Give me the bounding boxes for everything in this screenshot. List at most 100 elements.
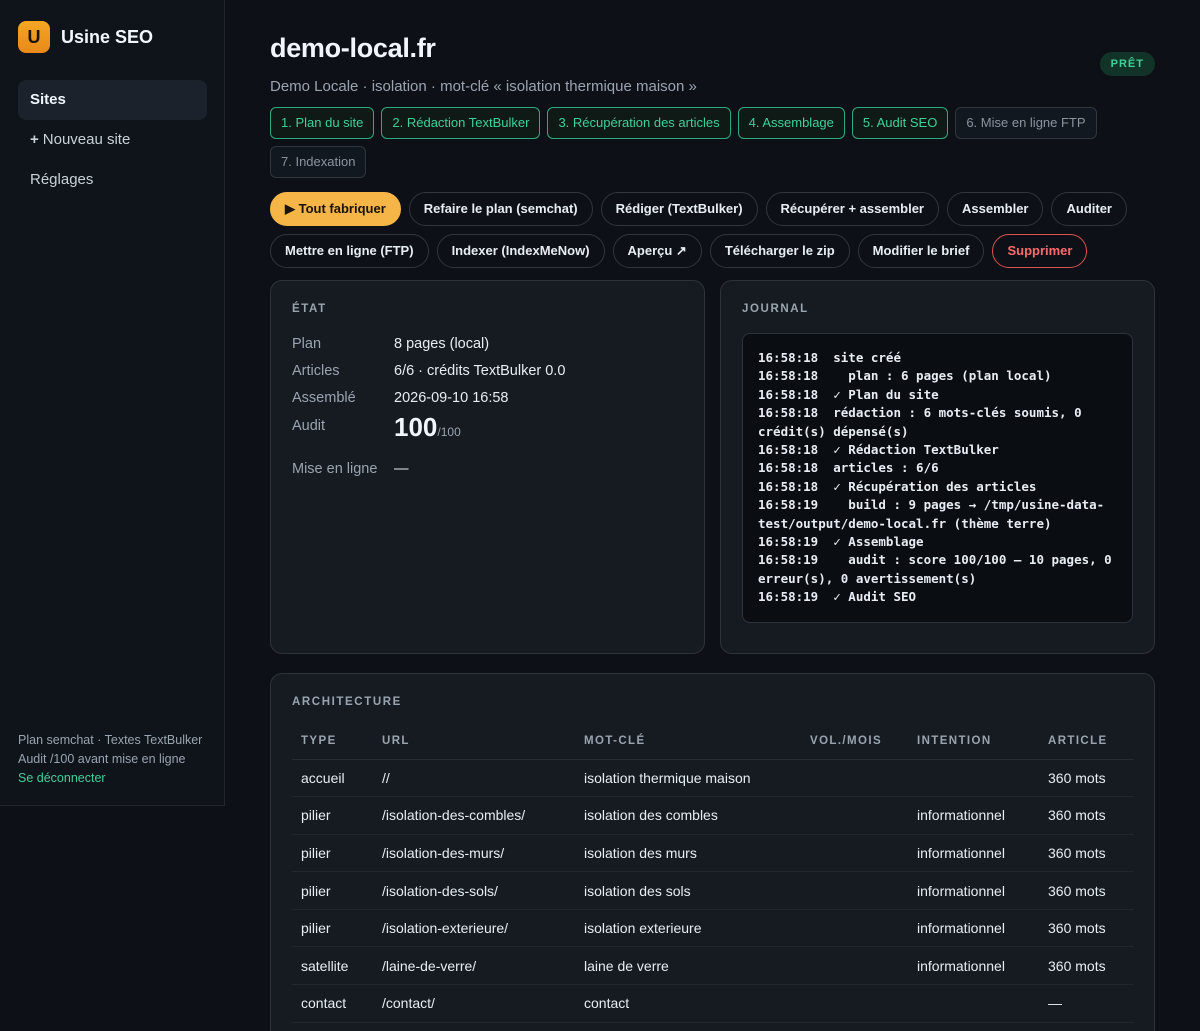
audit-score-denominator: /100	[437, 425, 461, 439]
log-line: 16:58:18 ✓ Rédaction TextBulker	[758, 442, 999, 458]
state-label: Audit	[292, 418, 326, 434]
table-cell-type: accueil	[292, 759, 373, 798]
table-cell-vol-mois	[801, 759, 908, 798]
rediger-textbulker-button[interactable]: Rédiger (TextBulker)	[600, 192, 758, 226]
sidebar: U Usine SEO Sites + Nouveau site Réglages…	[0, 0, 225, 806]
sidebar-item-sites[interactable]: Sites	[18, 80, 207, 120]
state-value: 6/6 · crédits TextBulker 0.0	[394, 363, 566, 379]
table-cell-mot-cle: isolation des combles	[575, 796, 801, 835]
auditer-button[interactable]: Auditer	[1051, 192, 1127, 226]
table-header-row: TYPE URL MOT-CLÉ VOL./MOIS INTENTION ARTICLE	[292, 723, 1134, 760]
table-cell-article: 360 mots	[1039, 946, 1134, 986]
sidebar-item-label: Nouveau site	[42, 131, 131, 148]
table-cell-article	[1039, 1022, 1134, 1031]
sidebar-item-label: Sites	[30, 91, 66, 108]
table-cell-article: 360 mots	[1039, 871, 1134, 910]
step-6-mise-en-ligne-ftp[interactable]: 6. Mise en ligne FTP	[955, 107, 1097, 139]
log-line: 16:58:18 articles : 6/6	[758, 460, 939, 476]
step-2-redaction-textbulker[interactable]: 2. Rédaction TextBulker	[381, 107, 541, 139]
log-line: 16:58:18 ✓ Récupération des articles	[758, 478, 1037, 494]
sidebar-item-new-site[interactable]: + Nouveau site	[18, 120, 207, 160]
assembler-button[interactable]: Assembler	[947, 192, 1044, 226]
tout-fabriquer-button[interactable]: ▶ Tout fabriquer	[270, 192, 401, 226]
state-value: 2026-09-10 16:58	[394, 390, 509, 406]
mettre-en-ligne-ftp-button[interactable]: Mettre en ligne (FTP)	[270, 234, 429, 268]
pipeline-steps: 1. Plan du site 2. Rédaction TextBulker 3.…	[270, 107, 1100, 178]
state-label: Plan	[292, 336, 322, 352]
journal-log[interactable]: 16:58:18 site créé 16:58:18 plan : 6 page…	[742, 333, 1133, 623]
table-cell-url[interactable]: /isolation-des-combles/	[373, 796, 575, 835]
table-cell-vol-mois	[801, 834, 908, 873]
sidebar-nav: Sites + Nouveau site Réglages	[18, 80, 207, 200]
table-cell-mot-cle: isolation des murs	[575, 834, 801, 873]
table-cell-article: —	[1039, 984, 1134, 1023]
audit-score: 100/100	[394, 412, 461, 443]
step-5-audit-seo[interactable]: 5. Audit SEO	[851, 107, 949, 139]
table-cell-mot-cle: isolation thermique maison	[575, 759, 801, 798]
table-cell-intention: informationnel	[908, 946, 1039, 986]
table-cell-type: pilier	[292, 796, 373, 835]
table-row: satellite/laine-de-verre/laine de verre i…	[292, 946, 1134, 986]
table-cell-article: 360 mots	[1039, 909, 1134, 948]
column-header-article: ARTICLE	[1039, 723, 1134, 760]
log-line: 16:58:19 build : 9 pages → /tmp/usine-da…	[758, 497, 1105, 531]
supprimer-button[interactable]: Supprimer	[992, 234, 1088, 268]
table-cell-intention	[908, 759, 1039, 798]
state-value: —	[394, 461, 409, 477]
table-cell-mot-cle: contact	[575, 984, 801, 1023]
state-label: Articles	[292, 363, 340, 379]
table-cell-type: satellite	[292, 946, 373, 986]
table-cell-vol-mois	[801, 946, 908, 986]
log-line: 16:58:19 ✓ Assemblage	[758, 534, 924, 550]
panel-title: ARCHITECTURE	[292, 696, 402, 708]
table-cell-vol-mois	[801, 871, 908, 910]
log-line: 16:58:18 site créé	[758, 350, 901, 365]
step-4-assemblage[interactable]: 4. Assemblage	[737, 107, 845, 139]
table-cell-intention: informationnel	[908, 796, 1039, 835]
step-7-indexation[interactable]: 7. Indexation	[270, 146, 367, 178]
sidebar-footer-line: Plan semchat · Textes TextBulker	[18, 733, 203, 747]
table-row: accueil//isolation thermique maison 360 m…	[292, 759, 1134, 798]
table-cell-mot-cle	[575, 1022, 801, 1031]
table-cell-url[interactable]: /contact/	[373, 984, 575, 1023]
telecharger-le-zip-button[interactable]: Télécharger le zip	[709, 234, 850, 268]
table-cell-url[interactable]: /isolation-exterieure/	[373, 909, 575, 948]
table-row: pilier/isolation-exterieure/isolation ex…	[292, 909, 1134, 948]
modifier-le-brief-button[interactable]: Modifier le brief	[857, 234, 985, 268]
recuperer-assembler-button[interactable]: Récupérer + assembler	[765, 192, 939, 226]
state-value: 8 pages (local)	[394, 336, 490, 352]
table-cell-article: 360 mots	[1039, 834, 1134, 873]
table-cell-intention: informationnel	[908, 871, 1039, 910]
table-cell-url[interactable]: /laine-de-verre/	[373, 946, 575, 986]
log-line: 16:58:19 audit : score 100/100 — 10 page…	[758, 552, 1120, 586]
status-badge: PRÊT	[1099, 52, 1155, 76]
sidebar-footer: Plan semchat · Textes TextBulker Audit /…	[18, 731, 202, 788]
logout-link[interactable]: Se déconnecter	[18, 769, 202, 788]
table-cell-mot-cle: isolation exterieure	[575, 909, 801, 948]
step-3-recuperation-des-articles[interactable]: 3. Récupération des articles	[547, 107, 731, 139]
table-row: pilier/isolation-des-sols/isolation des …	[292, 871, 1134, 910]
panel-title: ÉTAT	[292, 303, 327, 315]
refaire-le-plan-semchat-button[interactable]: Refaire le plan (semchat)	[408, 192, 593, 226]
table-cell-intention: informationnel	[908, 909, 1039, 948]
page-subtitle: Demo Locale · isolation · mot-clé « isol…	[270, 78, 697, 95]
table-cell-url[interactable]: /isolation-des-murs/	[373, 834, 575, 873]
table-cell-intention	[908, 1022, 1039, 1031]
brand[interactable]: U Usine SEO	[18, 21, 153, 53]
architecture-panel: ARCHITECTURE TYPE URL MOT-CLÉ VOL./MOIS INTE…	[270, 673, 1155, 1031]
table-cell-url[interactable]: /isolation-des-sols/	[373, 871, 575, 910]
table-cell-type	[292, 1022, 373, 1031]
action-bar: ▶ Tout fabriquer Refaire le plan (semchat…	[270, 192, 1155, 268]
step-1-plan-du-site[interactable]: 1. Plan du site	[270, 107, 375, 139]
state-panel: ÉTAT Plan 8 pages (local) Articles 6/6 ·…	[270, 280, 705, 654]
sidebar-item-settings[interactable]: Réglages	[18, 160, 207, 200]
table-cell-intention	[908, 984, 1039, 1023]
apercu-button[interactable]: Aperçu ↗	[612, 234, 702, 268]
indexer-indexmenow-button[interactable]: Indexer (IndexMeNow)	[436, 234, 605, 268]
log-line: 16:58:18 rédaction : 6 mots-clés soumis,…	[758, 405, 1090, 439]
brand-name: Usine SEO	[61, 26, 154, 47]
architecture-table: TYPE URL MOT-CLÉ VOL./MOIS INTENTION ARTICLE …	[292, 723, 1134, 1031]
log-line: 16:58:18 ✓ Plan du site	[758, 386, 939, 402]
table-cell-url[interactable]: //	[373, 759, 575, 798]
table-cell-vol-mois	[801, 1022, 908, 1031]
